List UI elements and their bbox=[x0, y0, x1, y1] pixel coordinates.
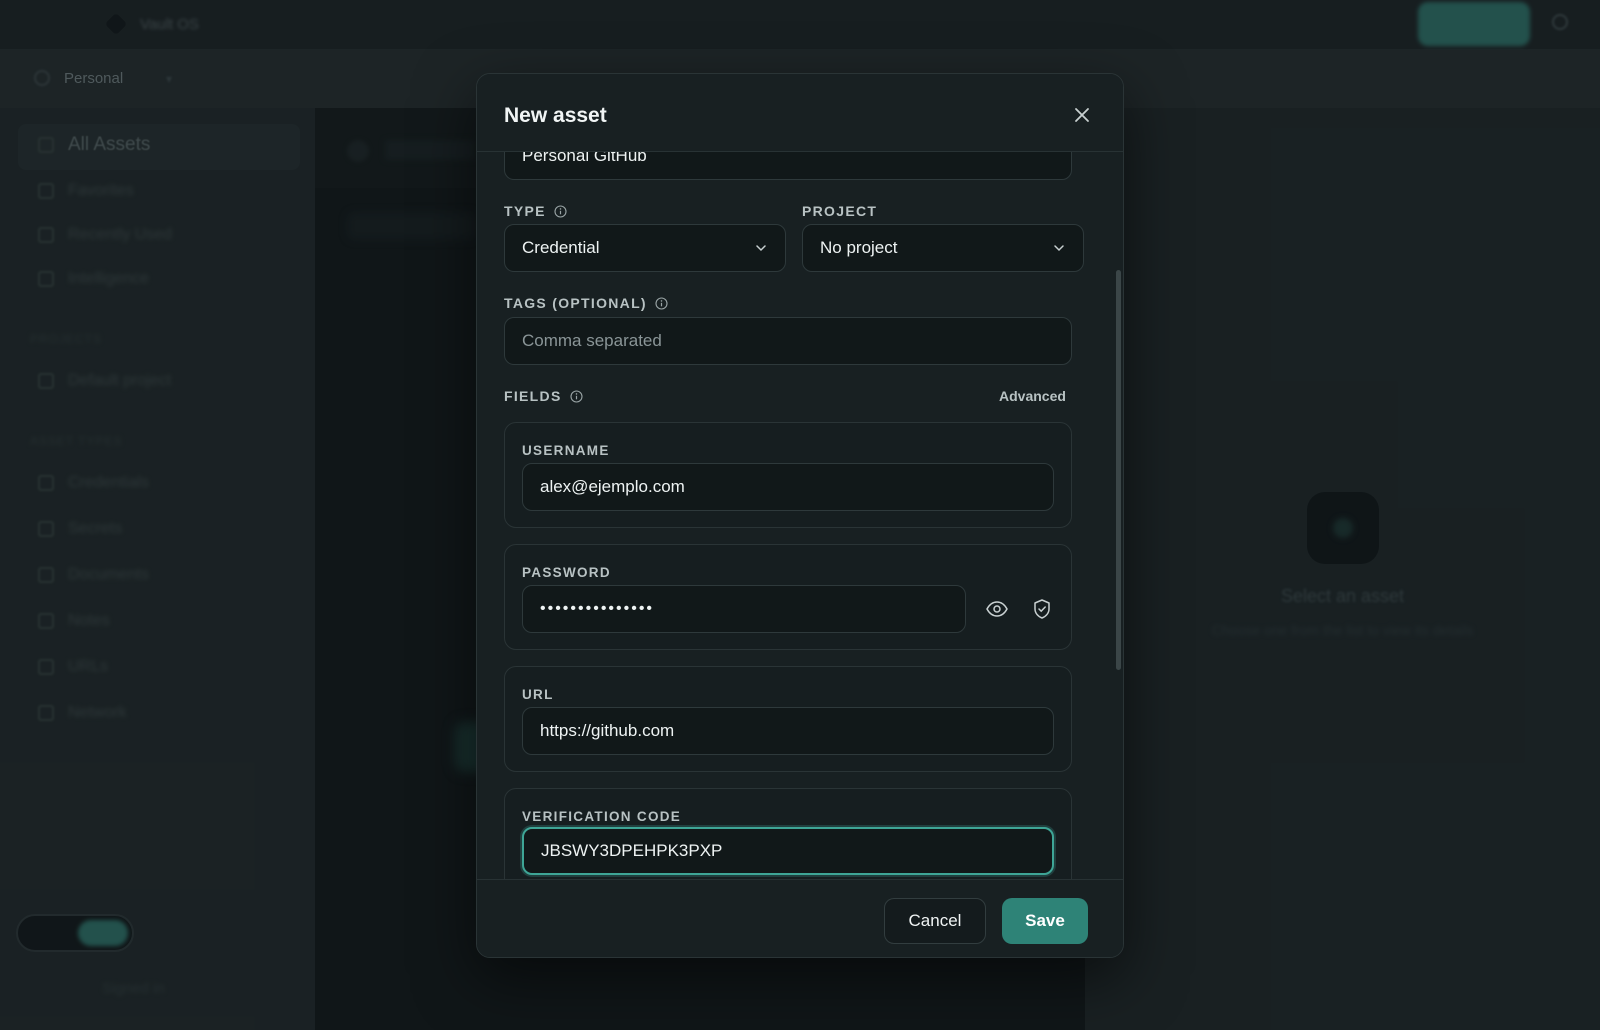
url-field-card: URL https://github.com bbox=[504, 666, 1072, 772]
shield-check-icon[interactable] bbox=[1030, 597, 1054, 621]
dialog-header: New asset bbox=[477, 74, 1123, 152]
username-label: USERNAME bbox=[522, 443, 610, 458]
password-input[interactable]: ••••••••••••••• bbox=[522, 585, 966, 633]
tags-label-text: TAGS (OPTIONAL) bbox=[504, 295, 647, 311]
type-select[interactable]: Credential bbox=[504, 224, 786, 272]
tags-input[interactable]: Comma separated bbox=[504, 317, 1072, 365]
asset-name-input[interactable]: Personal GitHub bbox=[504, 152, 1072, 180]
dialog-footer: Cancel Save bbox=[477, 879, 1123, 957]
username-field-card: USERNAME alex@ejemplo.com bbox=[504, 422, 1072, 528]
password-field-card: PASSWORD ••••••••••••••• bbox=[504, 544, 1072, 650]
save-button[interactable]: Save bbox=[1002, 898, 1088, 944]
chevron-down-icon bbox=[756, 245, 766, 252]
url-label: URL bbox=[522, 687, 554, 702]
verification-code-label: VERIFICATION CODE bbox=[522, 809, 682, 824]
dialog-title: New asset bbox=[504, 104, 607, 127]
tags-label: TAGS (OPTIONAL) bbox=[504, 295, 668, 311]
new-asset-dialog: New asset Personal GitHub TYPE Credentia… bbox=[476, 73, 1124, 958]
type-select-value: Credential bbox=[522, 238, 600, 257]
eye-icon[interactable] bbox=[985, 597, 1009, 621]
dialog-scrollbar[interactable] bbox=[1116, 270, 1121, 670]
type-label: TYPE bbox=[504, 203, 567, 219]
project-select-value: No project bbox=[820, 238, 898, 257]
fields-label: FIELDS bbox=[504, 388, 583, 404]
type-label-text: TYPE bbox=[504, 203, 546, 219]
verification-code-input[interactable]: JBSWY3DPEHPK3PXP bbox=[522, 827, 1054, 875]
advanced-toggle[interactable]: Advanced bbox=[999, 388, 1066, 404]
info-icon[interactable] bbox=[655, 296, 668, 310]
cancel-button[interactable]: Cancel bbox=[884, 898, 986, 944]
dialog-body: Personal GitHub TYPE Credential PROJECT … bbox=[477, 152, 1123, 879]
verification-code-field-card: VERIFICATION CODE JBSWY3DPEHPK3PXP bbox=[504, 788, 1072, 879]
chevron-down-icon bbox=[1054, 245, 1064, 252]
password-label: PASSWORD bbox=[522, 565, 611, 580]
info-icon[interactable] bbox=[570, 389, 583, 403]
project-label: PROJECT bbox=[802, 203, 878, 219]
project-select[interactable]: No project bbox=[802, 224, 1084, 272]
close-icon[interactable] bbox=[1071, 104, 1093, 126]
username-input[interactable]: alex@ejemplo.com bbox=[522, 463, 1054, 511]
url-input[interactable]: https://github.com bbox=[522, 707, 1054, 755]
info-icon[interactable] bbox=[554, 204, 567, 218]
fields-label-text: FIELDS bbox=[504, 388, 562, 404]
